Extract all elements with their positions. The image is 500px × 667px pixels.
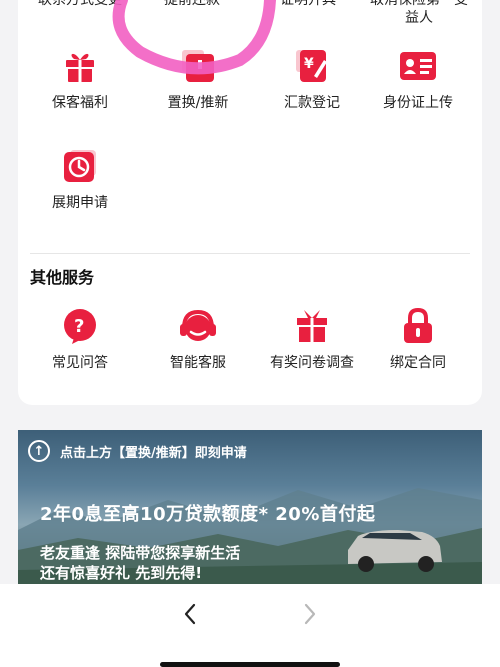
exchange-icon: [178, 46, 218, 86]
arrow-up-icon: ↑: [28, 440, 50, 462]
svg-text:¥: ¥: [304, 56, 314, 72]
service-cancel-beneficiary[interactable]: 取消保险第一受 益人: [370, 0, 468, 27]
banner-cta-text: 点击上方【置换/推新】即刻申请: [60, 445, 247, 461]
service-early-repayment[interactable]: 提前还款: [164, 0, 220, 9]
banner-subtext: 老友重逢 探陆带您探享新生活 还有惊喜好礼 先到先得!: [40, 543, 240, 583]
banner-sub-line1: 老友重逢 探陆带您探享新生活: [40, 544, 241, 562]
service-faq[interactable]: ? 常见问答: [22, 306, 138, 372]
banner-sub-line2: 还有惊喜好礼 先到先得!: [40, 564, 203, 582]
other-services-title: 其他服务: [30, 268, 95, 287]
service-extension[interactable]: 展期申请: [22, 146, 138, 212]
svg-text:?: ?: [74, 316, 84, 337]
back-button[interactable]: [170, 594, 210, 634]
cancel-beneficiary-line2: 益人: [405, 10, 433, 26]
service-label: 保客福利: [52, 95, 108, 111]
banner-cta[interactable]: ↑ 点击上方【置换/推新】即刻申请: [28, 440, 247, 462]
service-certificate[interactable]: 证明开具: [280, 0, 336, 9]
service-contact-change[interactable]: 联系方式变更: [38, 0, 122, 9]
service-smart-support[interactable]: 智能客服: [140, 306, 256, 372]
service-survey[interactable]: 有奖问卷调查: [254, 306, 370, 372]
service-remittance[interactable]: ¥ 汇款登记: [254, 46, 370, 112]
service-label: 展期申请: [52, 195, 108, 211]
services-card: 联系方式变更 提前还款 证明开具 取消保险第一受 益人 保客福利 置换/推新 ¥…: [18, 0, 482, 405]
prize-gift-icon: [292, 306, 332, 346]
chevron-left-icon: [184, 603, 196, 625]
service-exchange[interactable]: 置换/推新: [140, 46, 256, 112]
service-id-upload[interactable]: 身份证上传: [360, 46, 476, 112]
question-icon: ?: [60, 306, 100, 346]
id-card-icon: [398, 46, 438, 86]
promo-banner[interactable]: ↑ 点击上方【置换/推新】即刻申请 2年0息至高10万贷款额度* 20%首付起 …: [18, 430, 482, 588]
home-indicator[interactable]: [160, 662, 340, 667]
browser-toolbar: [0, 584, 500, 667]
section-divider: [30, 253, 470, 254]
service-label: 身份证上传: [383, 95, 453, 111]
cancel-beneficiary-line1: 取消保险第一受: [370, 0, 468, 8]
remittance-icon: ¥: [292, 46, 332, 86]
clock-icon: [60, 146, 100, 186]
service-label: 绑定合同: [390, 355, 446, 371]
gift-icon: [60, 46, 100, 86]
banner-headline: 2年0息至高10万贷款额度* 20%首付起: [40, 504, 376, 525]
lock-icon: [398, 306, 438, 346]
top-row: 联系方式变更 提前还款 证明开具 取消保险第一受 益人: [18, 0, 482, 26]
forward-button[interactable]: [290, 594, 330, 634]
chevron-right-icon: [304, 603, 316, 625]
service-label: 智能客服: [170, 355, 226, 371]
service-label: 汇款登记: [284, 95, 340, 111]
service-bind-contract[interactable]: 绑定合同: [360, 306, 476, 372]
service-label: 有奖问卷调查: [270, 355, 354, 371]
service-vip-benefits[interactable]: 保客福利: [22, 46, 138, 112]
service-label: 常见问答: [52, 355, 108, 371]
service-label: 置换/推新: [167, 95, 229, 111]
headset-icon: [178, 306, 218, 346]
